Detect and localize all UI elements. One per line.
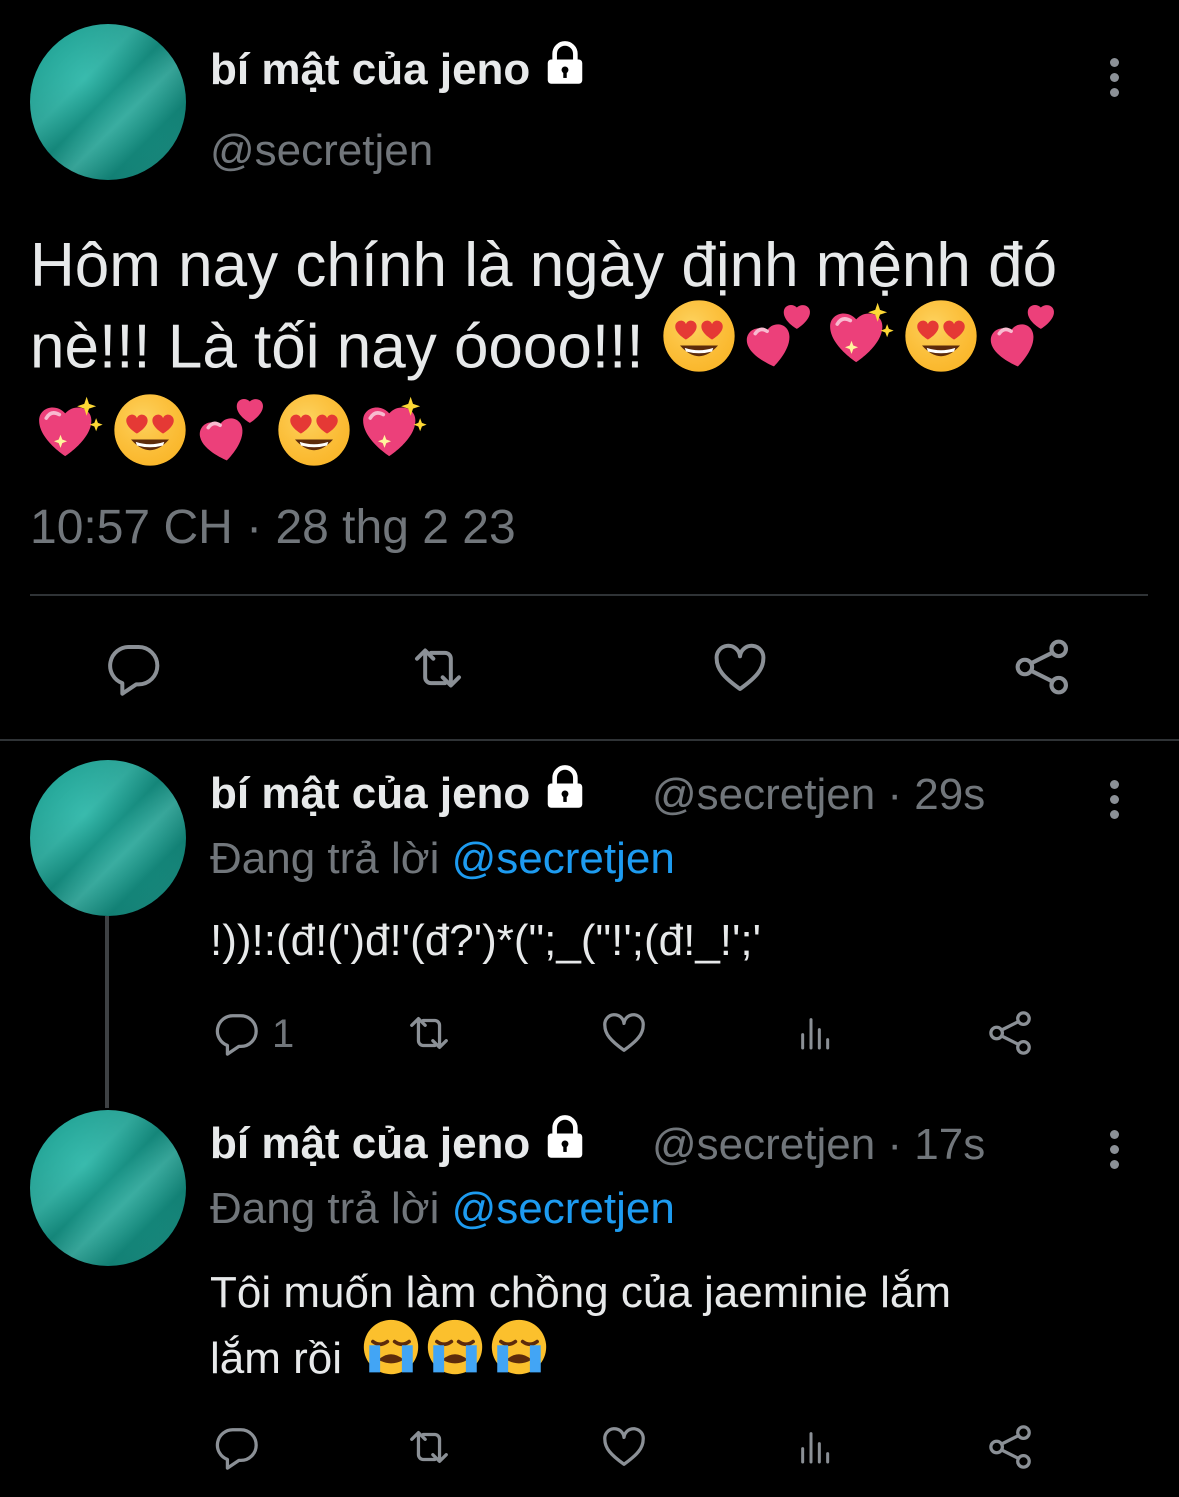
divider: [30, 594, 1148, 596]
avatar[interactable]: [30, 24, 186, 180]
share-icon[interactable]: [1014, 638, 1072, 696]
divider: [0, 739, 1179, 741]
like-icon[interactable]: [600, 1424, 648, 1470]
crying-face-emoji: [362, 1318, 420, 1393]
more-options-icon[interactable]: [1110, 780, 1120, 825]
display-name[interactable]: bí mật của jeno: [210, 768, 590, 825]
like-icon[interactable]: [600, 1010, 648, 1056]
avatar[interactable]: [30, 760, 186, 916]
two-hearts-emoji: [737, 298, 821, 392]
handle[interactable]: @secretjen: [210, 126, 433, 176]
display-name[interactable]: bí mật của jeno: [210, 44, 590, 101]
views-icon[interactable]: [796, 1424, 836, 1470]
more-options-icon[interactable]: [1110, 1130, 1120, 1175]
lock-icon: [540, 40, 590, 97]
more-options-icon[interactable]: [1110, 58, 1120, 103]
like-icon[interactable]: [710, 640, 770, 696]
retweet-icon[interactable]: [402, 1424, 456, 1470]
thread-connector: [105, 916, 109, 1108]
heart-eyes-emoji: [901, 298, 981, 392]
reply-text-line2: lắm rồi: [210, 1324, 1150, 1399]
heart-eyes-emoji: [661, 298, 737, 392]
sparkling-heart-emoji: [30, 392, 110, 486]
mention-link[interactable]: @secretjen: [452, 1184, 675, 1233]
sparkling-heart-emoji: [821, 298, 901, 392]
views-icon[interactable]: [796, 1010, 836, 1056]
tweet-text: Hôm nay chính là ngày định mệnh đó nè!!!…: [30, 228, 1160, 492]
lock-icon: [540, 1114, 590, 1171]
replying-to: Đang trả lời @secretjen: [210, 834, 675, 883]
heart-eyes-emoji: [274, 392, 354, 486]
mention-link[interactable]: @secretjen: [452, 834, 675, 883]
heart-eyes-emoji: [110, 392, 190, 486]
crying-face-emoji: [490, 1318, 548, 1393]
crying-face-emoji: [426, 1318, 484, 1393]
sparkling-heart-emoji: [354, 392, 434, 486]
handle-and-time[interactable]: @secretjen · 17s: [652, 1120, 985, 1170]
reply-text: Tôi muốn làm chồng của jaeminie lắm lắm …: [210, 1262, 1150, 1399]
two-hearts-emoji: [190, 392, 274, 486]
retweet-icon[interactable]: [406, 640, 470, 696]
share-icon[interactable]: [988, 1010, 1034, 1056]
reply-text: !))!:(đ!(')đ!'(đ?')*(";_("!';(đ!_!';': [210, 916, 762, 965]
replying-to: Đang trả lời @secretjen: [210, 1184, 675, 1233]
reply-icon[interactable]: [106, 640, 162, 696]
timestamp[interactable]: 10:57 CH · 28 thg 2 23: [30, 500, 516, 555]
retweet-icon[interactable]: [402, 1010, 456, 1056]
handle-and-time[interactable]: @secretjen · 29s: [652, 770, 985, 820]
two-hearts-emoji: [981, 298, 1065, 392]
display-name[interactable]: bí mật của jeno: [210, 1118, 590, 1175]
share-icon[interactable]: [988, 1424, 1034, 1470]
reply-icon[interactable]: [214, 1010, 260, 1056]
reply-icon[interactable]: [214, 1424, 260, 1470]
lock-icon: [540, 764, 590, 821]
avatar[interactable]: [30, 1110, 186, 1266]
reply-count: 1: [272, 1012, 295, 1056]
